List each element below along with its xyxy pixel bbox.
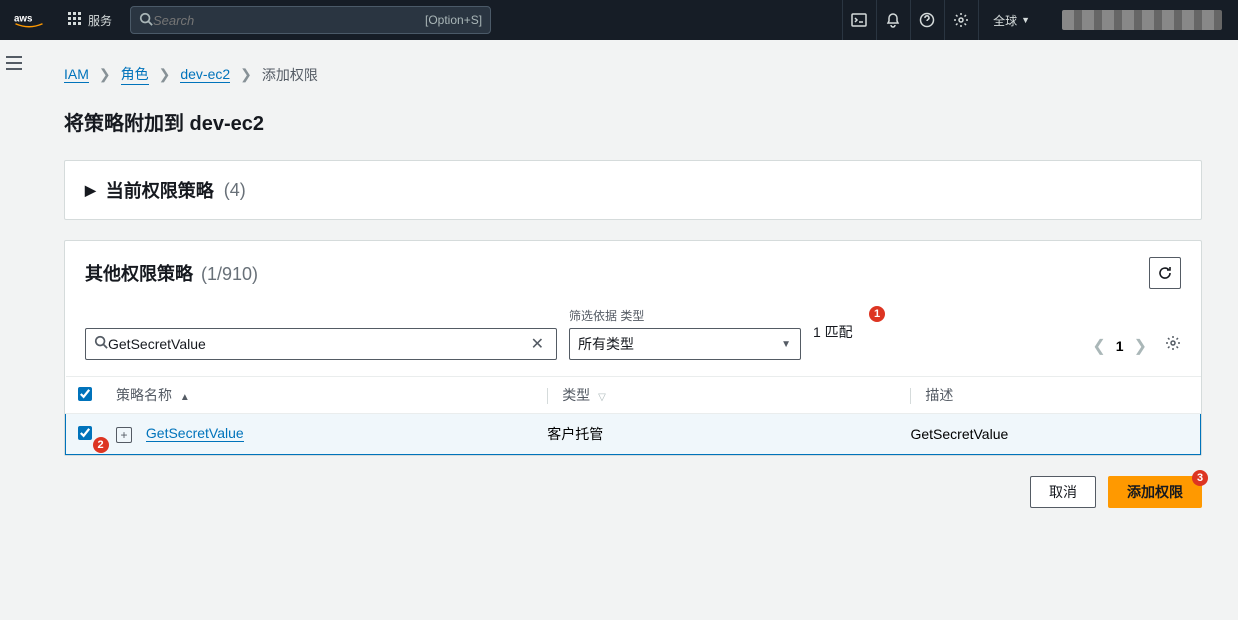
col-policy-name[interactable]: 策略名称 xyxy=(116,387,172,403)
pagination: ❮ 1 ❯ xyxy=(1092,335,1181,360)
grid-icon xyxy=(68,12,82,29)
breadcrumb-iam[interactable]: IAM xyxy=(64,66,89,83)
current-policies-panel: ▶ 当前权限策略 (4) xyxy=(64,160,1202,220)
breadcrumb-current: 添加权限 xyxy=(262,65,318,85)
table-row[interactable]: 2 + GetSecretValue 客户托管 GetSecretValue xyxy=(66,414,1201,455)
region-selector[interactable]: 全球 ▼ xyxy=(978,0,1044,40)
filter-row: ✕ 筛选依据 类型 所有类型 1 匹配 ❮ 1 ❯ 1 xyxy=(65,299,1201,376)
type-filter-select[interactable]: 所有类型 xyxy=(569,328,801,360)
region-label: 全球 xyxy=(993,12,1017,29)
policy-name-link[interactable]: GetSecretValue xyxy=(146,425,244,442)
global-search-input[interactable] xyxy=(153,13,425,28)
nav-icon-group: 全球 ▼ xyxy=(842,0,1238,40)
annotation-badge: 2 xyxy=(93,437,109,453)
policy-description: GetSecretValue xyxy=(898,414,1200,455)
sort-icon[interactable]: ▽ xyxy=(598,392,606,403)
chevron-right-icon: ❯ xyxy=(159,66,171,83)
chevron-down-icon: ▼ xyxy=(1021,15,1030,25)
search-hotkey: [Option+S] xyxy=(425,13,482,27)
help-icon[interactable] xyxy=(910,0,942,40)
sidebar-toggle-icon[interactable] xyxy=(6,56,22,75)
next-page-icon[interactable]: ❯ xyxy=(1134,336,1147,356)
chevron-right-icon: ❯ xyxy=(240,66,252,83)
annotation-badge: 1 xyxy=(869,306,885,322)
breadcrumb: IAM ❯ 角色 ❯ dev-ec2 ❯ 添加权限 xyxy=(64,64,1202,85)
current-policies-count: (4) xyxy=(224,180,246,201)
search-icon xyxy=(94,335,108,354)
policies-table: 策略名称 ▲ 类型 ▽ 描述 xyxy=(65,376,1201,455)
other-policies-panel: 其他权限策略 (1/910) ✕ 筛选依据 类型 所有类型 xyxy=(64,240,1202,456)
breadcrumb-roles[interactable]: 角色 xyxy=(121,64,149,85)
select-all-checkbox[interactable] xyxy=(78,387,92,401)
account-info[interactable] xyxy=(1062,10,1222,30)
bell-icon[interactable] xyxy=(876,0,908,40)
col-description[interactable]: 描述 xyxy=(925,387,953,403)
expand-toggle-icon[interactable]: ▶ xyxy=(85,182,96,199)
main-content: IAM ❯ 角色 ❯ dev-ec2 ❯ 添加权限 将策略附加到 dev-ec2… xyxy=(28,40,1238,532)
row-checkbox[interactable] xyxy=(78,426,92,440)
page-title: 将策略附加到 dev-ec2 xyxy=(64,107,1202,136)
chevron-right-icon: ❯ xyxy=(99,66,111,83)
cancel-button[interactable]: 取消 xyxy=(1030,476,1096,508)
top-nav: aws 服务 [Option+S] 全球 ▼ xyxy=(0,0,1238,40)
clear-search-icon[interactable]: ✕ xyxy=(527,334,548,354)
services-label: 服务 xyxy=(88,12,112,29)
policy-type: 客户托管 xyxy=(535,414,898,455)
add-permissions-button[interactable]: 添加权限 xyxy=(1108,476,1202,508)
other-policies-title: 其他权限策略 xyxy=(85,260,193,286)
annotation-badge: 3 xyxy=(1192,470,1208,486)
page-number: 1 xyxy=(1116,338,1124,354)
prev-page-icon[interactable]: ❮ xyxy=(1092,336,1105,356)
search-icon xyxy=(139,12,153,29)
col-type[interactable]: 类型 xyxy=(562,387,590,403)
type-filter-label: 筛选依据 类型 xyxy=(569,307,801,324)
gear-icon[interactable] xyxy=(944,0,976,40)
svg-text:aws: aws xyxy=(14,14,33,25)
aws-logo[interactable]: aws xyxy=(12,11,46,29)
expand-row-icon[interactable]: + xyxy=(116,427,132,443)
other-policies-count: (1/910) xyxy=(201,264,258,285)
services-menu[interactable]: 服务 xyxy=(58,0,122,40)
match-count: 1 匹配 xyxy=(813,322,853,346)
table-settings-icon[interactable] xyxy=(1165,335,1181,356)
breadcrumb-role[interactable]: dev-ec2 xyxy=(180,66,230,83)
action-buttons: 取消 添加权限 3 xyxy=(64,476,1202,508)
policy-search-input[interactable] xyxy=(108,336,527,352)
refresh-button[interactable] xyxy=(1149,257,1181,289)
sort-asc-icon[interactable]: ▲ xyxy=(180,392,190,403)
global-search[interactable]: [Option+S] xyxy=(130,6,491,34)
current-policies-title: 当前权限策略 xyxy=(106,177,214,203)
policy-search[interactable]: ✕ xyxy=(85,328,557,360)
cloudshell-icon[interactable] xyxy=(842,0,874,40)
